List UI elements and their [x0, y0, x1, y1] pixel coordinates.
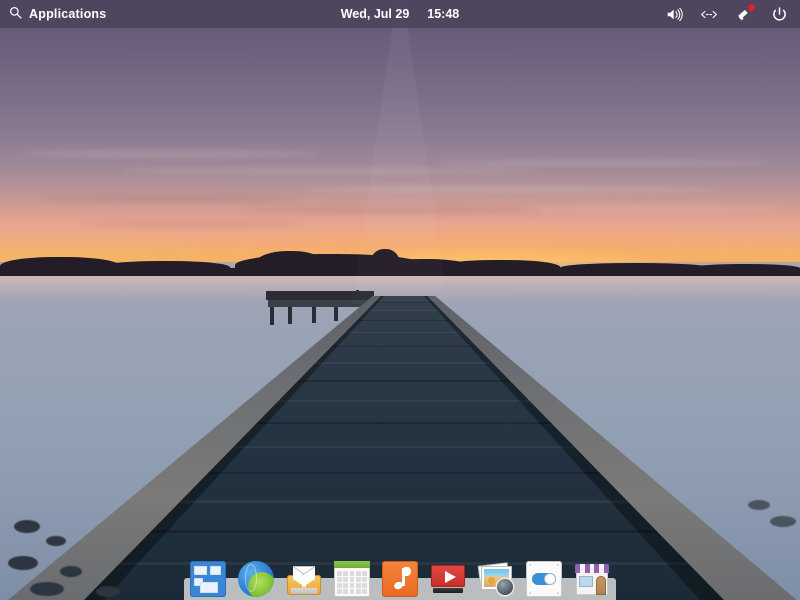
applications-menu[interactable]: Applications	[0, 6, 106, 22]
clock-date: Wed, Jul 29	[341, 7, 410, 21]
toggle-switch-icon	[526, 561, 562, 597]
dock-item-music[interactable]	[382, 561, 418, 597]
dock-item-videos[interactable]	[430, 561, 466, 597]
mail-icon	[286, 561, 322, 597]
system-tray	[665, 5, 800, 23]
applications-label: Applications	[29, 7, 106, 21]
music-note-icon	[382, 561, 418, 597]
desktop[interactable]: Applications Wed, Jul 29 15:48	[0, 0, 800, 600]
dock-item-web[interactable]	[238, 561, 274, 597]
calendar-icon	[334, 561, 370, 597]
power-icon[interactable]	[770, 5, 788, 23]
search-icon	[9, 6, 22, 22]
clock-time: 15:48	[427, 7, 459, 21]
dock-item-settings[interactable]	[526, 561, 562, 597]
globe-icon	[238, 561, 274, 597]
volume-icon[interactable]	[665, 5, 683, 23]
dock-item-calendar[interactable]	[334, 561, 370, 597]
dock-item-photos[interactable]	[478, 561, 514, 597]
notification-badge	[748, 4, 755, 11]
dock	[184, 557, 616, 597]
storefront-icon	[574, 561, 610, 597]
dock-item-mail[interactable]	[286, 561, 322, 597]
dock-item-files[interactable]	[190, 561, 226, 597]
dock-item-store[interactable]	[574, 561, 610, 597]
top-panel: Applications Wed, Jul 29 15:48	[0, 0, 800, 28]
files-icon	[190, 561, 226, 597]
play-icon	[430, 561, 466, 597]
photos-camera-icon	[478, 561, 514, 597]
network-icon[interactable]	[700, 5, 718, 23]
notifications-icon[interactable]	[735, 5, 753, 23]
